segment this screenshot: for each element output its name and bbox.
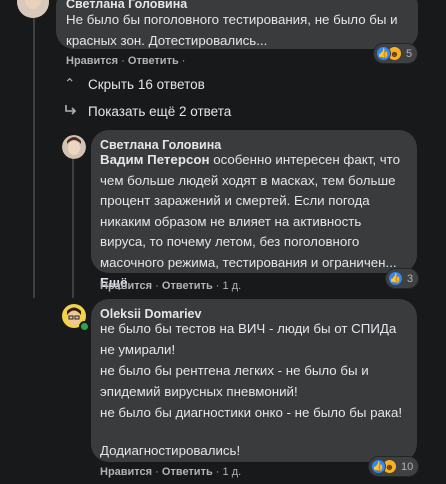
chevron-up-icon: ⌃ — [64, 76, 76, 91]
comment-time[interactable]: 1 д. — [223, 280, 242, 292]
like-icon: 👍 — [376, 46, 391, 61]
user-avatar-icon — [62, 135, 86, 159]
reaction-count: 5 — [406, 47, 413, 60]
reaction-summary[interactable]: 👍 ☻ 5 — [374, 44, 418, 63]
show-more-replies-button[interactable]: Показать ещё 2 ответа — [64, 104, 231, 119]
comment-text: Не было бы поголовного тестирования, не … — [66, 12, 398, 48]
comment-text: Вадим Петерсон особенно интересен факт, … — [100, 150, 410, 294]
like-action[interactable]: Нравится — [100, 280, 152, 292]
avatar[interactable] — [17, 0, 49, 18]
hide-replies-button[interactable]: ⌃ Скрыть 16 ответов — [64, 76, 205, 92]
comment-body: особенно интересен факт, что чем больше … — [100, 152, 400, 270]
online-status-icon — [79, 321, 90, 332]
like-action[interactable]: Нравится — [66, 55, 118, 67]
reply-action[interactable]: Ответить — [162, 466, 213, 478]
comment-paragraph: не было бы диагностики онко - не было бы… — [100, 405, 403, 420]
user-avatar-icon — [17, 0, 49, 18]
like-action[interactable]: Нравится — [100, 466, 152, 478]
like-icon: 👍 — [388, 271, 403, 286]
reply-action[interactable]: Ответить — [128, 55, 179, 67]
like-icon: 👍 — [371, 459, 386, 474]
comment-actions: Нравится · Ответить · 1 д. — [100, 466, 242, 478]
comment-actions: Нравится · Ответить · 1 д. — [100, 280, 242, 292]
comment-text: не было бы тестов на ВИЧ - люди бы от СП… — [100, 319, 406, 360]
reply-action[interactable]: Ответить — [162, 280, 213, 292]
mention-tag[interactable]: Вадим Петерсон — [100, 152, 210, 167]
comment-paragraph: не было бы рентгена легких - не было бы … — [100, 363, 369, 399]
comment-paragraph: не было бы тестов на ВИЧ - люди бы от СП… — [100, 321, 397, 357]
reaction-summary[interactable]: 👍 ☻ 10 — [369, 457, 419, 476]
avatar[interactable] — [62, 304, 90, 332]
comment-paragraph: Додиагностировались! — [100, 443, 241, 458]
hide-replies-label: Скрыть 16 ответов — [88, 76, 205, 92]
comment-actions: Нравится · Ответить · — [66, 55, 186, 67]
reaction-count: 10 — [401, 460, 414, 473]
show-more-label: Показать ещё 2 ответа — [88, 104, 232, 119]
comment-time[interactable]: 1 д. — [223, 466, 242, 478]
thread-line — [72, 158, 74, 298]
reply-arrow-icon — [64, 104, 80, 119]
reaction-summary[interactable]: 👍 3 — [386, 269, 419, 288]
avatar[interactable] — [62, 135, 86, 159]
thread-line — [33, 18, 35, 298]
reaction-count: 3 — [407, 272, 414, 285]
